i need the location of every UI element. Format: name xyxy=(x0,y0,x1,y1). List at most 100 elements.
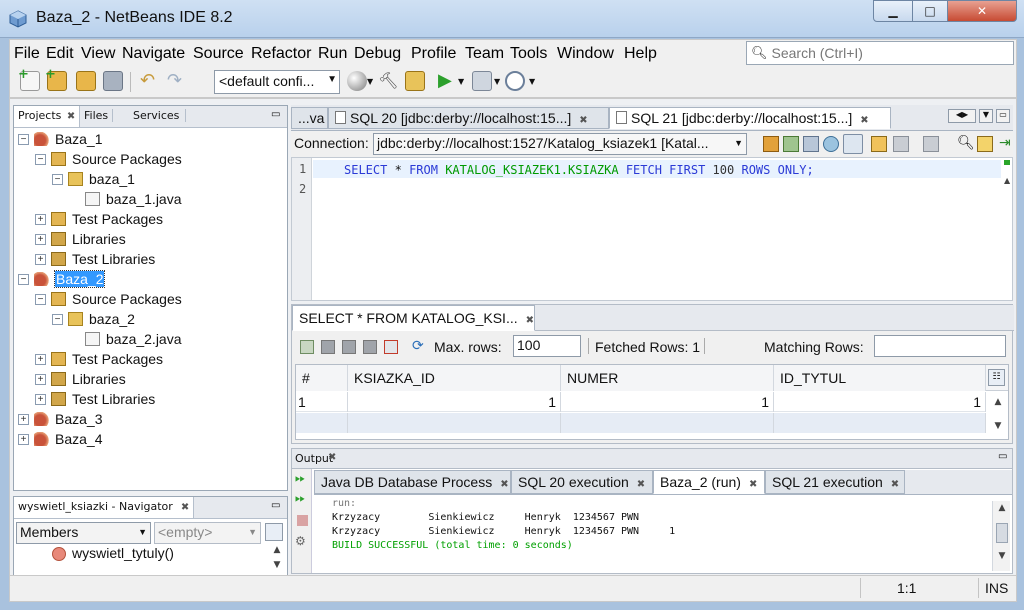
configuration-select[interactable]: <default confi... ▼ xyxy=(214,70,340,94)
tree-item[interactable]: + Test Packages xyxy=(14,350,284,370)
table-cell[interactable]: 1 xyxy=(348,392,561,412)
table-cell[interactable] xyxy=(774,413,986,433)
browser-globe-icon[interactable] xyxy=(347,71,367,91)
menu-team[interactable]: Team xyxy=(465,45,504,63)
scroll-down-icon[interactable]: ▼ xyxy=(270,560,284,574)
table-cell[interactable]: 1 xyxy=(296,392,348,412)
expand-icon[interactable]: + xyxy=(35,354,46,365)
scroll-up-icon[interactable]: ▲ xyxy=(270,545,284,559)
column-header[interactable]: KSIAZKA_ID xyxy=(348,365,561,391)
tab-sql-21-execution[interactable]: SQL 21 execution ✖ xyxy=(765,470,905,494)
tree-item[interactable]: + Test Libraries xyxy=(14,390,284,410)
clean-build-icon[interactable] xyxy=(405,71,425,91)
collapse-icon[interactable]: − xyxy=(18,134,29,145)
expand-icon[interactable]: + xyxy=(35,374,46,385)
minimize-button[interactable]: ▁ xyxy=(873,0,913,22)
tab-query-result[interactable]: SELECT * FROM KATALOG_KSI... ✖ xyxy=(292,305,535,331)
members-select[interactable]: Members ▼ xyxy=(16,522,151,544)
scroll-down-icon[interactable]: ▼ xyxy=(995,551,1009,565)
expand-icon[interactable]: + xyxy=(18,414,29,425)
table-cell[interactable] xyxy=(348,413,561,433)
close-icon[interactable]: ✖ xyxy=(637,479,645,490)
close-icon[interactable]: ✖ xyxy=(749,479,757,490)
chevron-down-icon[interactable]: ▼ xyxy=(494,77,500,86)
prev-bookmark-icon[interactable] xyxy=(893,136,909,152)
chevron-down-icon[interactable]: ▼ xyxy=(367,77,373,86)
profile-gauge-icon[interactable] xyxy=(505,71,525,91)
select-connection-icon[interactable] xyxy=(803,136,819,152)
tab-projects[interactable]: Projects ✖ xyxy=(14,106,81,127)
menu-window[interactable]: Window xyxy=(557,45,614,63)
minimize-panel-icon[interactable]: ▭ xyxy=(271,109,280,120)
tab-java-file[interactable]: ...va xyxy=(291,107,328,129)
collapse-icon[interactable]: − xyxy=(52,314,63,325)
tree-item[interactable]: + Libraries xyxy=(14,230,284,250)
delete-record-icon[interactable] xyxy=(321,340,335,354)
menu-tools[interactable]: Tools xyxy=(510,45,547,63)
new-project-icon[interactable]: + xyxy=(45,67,67,91)
chevron-down-icon[interactable]: ▼ xyxy=(458,77,464,86)
tab-sql-20-execution[interactable]: SQL 20 execution ✖ xyxy=(511,470,653,494)
run-statement-icon[interactable] xyxy=(783,136,799,152)
commit-record-icon[interactable] xyxy=(342,340,356,354)
column-header[interactable]: NUMER xyxy=(561,365,774,391)
menu-profile[interactable]: Profile xyxy=(411,45,456,63)
minimize-panel-icon[interactable]: ▭ xyxy=(271,500,280,511)
matching-rows-input[interactable] xyxy=(874,335,1006,357)
column-header[interactable]: ID_TYTUL xyxy=(774,365,986,391)
table-cell[interactable]: 1 xyxy=(774,392,986,412)
expand-icon[interactable]: + xyxy=(18,434,29,445)
connection-select[interactable]: jdbc:derby://localhost:1527/Katalog_ksia… xyxy=(373,133,747,155)
menu-navigate[interactable]: Navigate xyxy=(122,45,185,63)
debug-icon[interactable] xyxy=(472,71,492,91)
table-cell[interactable] xyxy=(561,413,774,433)
tab-sql-20[interactable]: SQL 20 [jdbc:derby://localhost:15...] ✖ xyxy=(328,107,609,129)
stop-icon[interactable] xyxy=(297,515,308,526)
close-icon[interactable]: ✖ xyxy=(500,479,508,490)
collapse-icon[interactable]: − xyxy=(35,154,46,165)
tree-item[interactable]: − Source Packages xyxy=(14,150,284,170)
tab-services[interactable]: Services xyxy=(127,109,187,122)
close-icon[interactable]: ✖ xyxy=(891,479,899,490)
run-icon[interactable]: ▶ xyxy=(438,71,458,91)
menu-debug[interactable]: Debug xyxy=(354,45,401,63)
maximize-button[interactable]: □ xyxy=(912,0,948,22)
scroll-tabs-icon[interactable]: ◀▶ xyxy=(948,109,976,123)
tree-item[interactable]: baza_1.java xyxy=(14,190,284,210)
column-header[interactable]: # xyxy=(296,365,348,391)
table-cell[interactable] xyxy=(296,413,348,433)
maximize-editor-icon[interactable]: ▭ xyxy=(996,109,1010,123)
keep-tabs-icon[interactable] xyxy=(843,134,863,154)
scroll-thumb[interactable] xyxy=(996,523,1008,543)
minimize-panel-icon[interactable]: ▭ xyxy=(998,451,1007,462)
run-sql-icon[interactable] xyxy=(763,136,779,152)
close-icon[interactable]: ✖ xyxy=(328,452,336,463)
menu-view[interactable]: View xyxy=(81,45,115,63)
tree-item[interactable]: − Baza_2 xyxy=(14,270,284,290)
cancel-edit-icon[interactable] xyxy=(363,340,377,354)
output-settings-icon[interactable]: ⚙ xyxy=(295,534,306,548)
scroll-down-icon[interactable]: ▼ xyxy=(991,421,1005,435)
tab-sql-21[interactable]: SQL 21 [jdbc:derby://localhost:15...] ✖ xyxy=(609,107,891,129)
find-selection-icon[interactable] xyxy=(977,136,993,152)
history-icon[interactable] xyxy=(823,136,839,152)
tree-item[interactable]: + Libraries xyxy=(14,370,284,390)
column-chooser-icon[interactable]: ☷ xyxy=(988,369,1005,386)
tree-item[interactable]: − baza_2 xyxy=(14,310,284,330)
table-row[interactable]: 1 1 1 1 xyxy=(296,392,986,412)
insert-record-icon[interactable] xyxy=(300,340,314,354)
new-file-icon[interactable]: + xyxy=(18,67,40,91)
scroll-up-icon[interactable]: ▲ xyxy=(991,397,1005,411)
table-row-empty[interactable] xyxy=(296,413,986,433)
rerun-with-params-icon[interactable]: ⏩︎ xyxy=(295,491,305,506)
tree-item[interactable]: + Test Libraries xyxy=(14,250,284,270)
table-cell[interactable]: 1 xyxy=(561,392,774,412)
expand-icon[interactable]: + xyxy=(35,254,46,265)
tab-list-icon[interactable]: ▼ xyxy=(979,109,993,123)
menu-run[interactable]: Run xyxy=(318,45,347,63)
find-icon[interactable]: 🔍︎ xyxy=(957,135,975,151)
filter-select[interactable]: <empty> ▼ xyxy=(154,522,261,544)
tree-item[interactable]: − Baza_1 xyxy=(14,130,284,150)
open-project-icon[interactable] xyxy=(76,71,96,91)
sql-editor[interactable]: 1 2 SELECT * FROM KATALOG_KSIAZEK1.KSIAZ… xyxy=(291,157,1013,301)
